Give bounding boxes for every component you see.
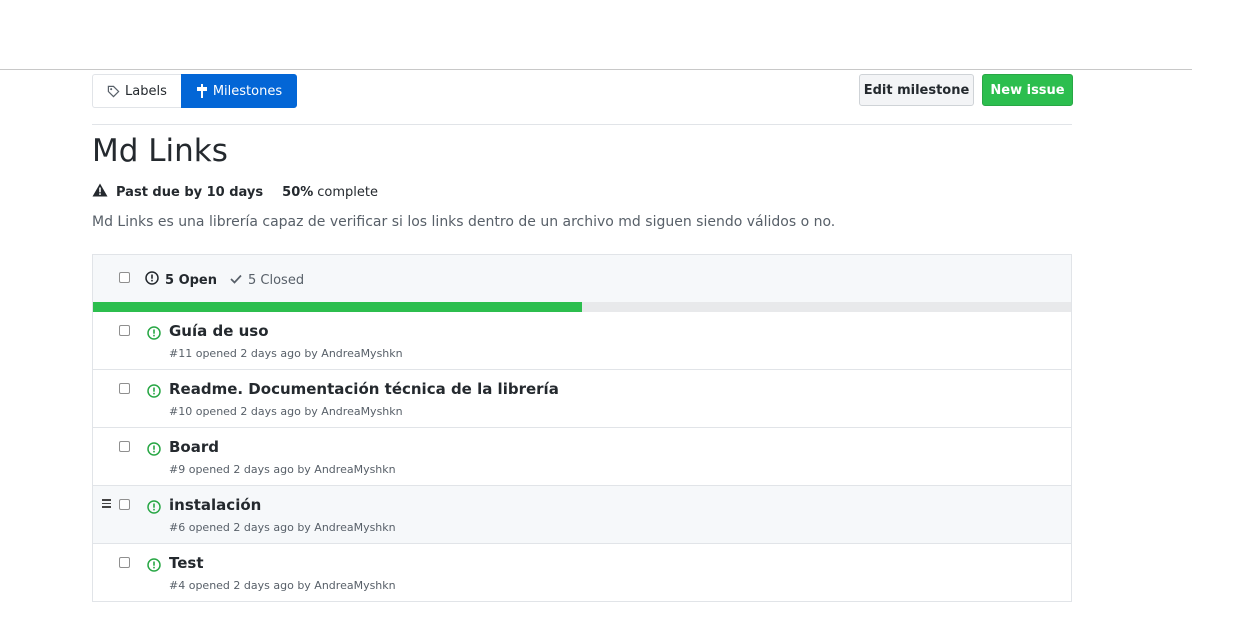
issue-title-link[interactable]: Board [169,438,219,456]
milestone-description: Md Links es una librería capaz de verifi… [92,214,836,230]
state-filters: 5 Open 5 Closed [145,271,304,289]
issue-checkbox[interactable] [119,557,130,568]
issue-row: instalación #6 opened 2 days ago by Andr… [93,485,1071,543]
progress-complete-label: complete [317,184,379,200]
issue-title-link[interactable]: Test [169,554,204,572]
issue-row: Guía de uso #11 opened 2 days ago by And… [93,312,1071,369]
issues-list-header: 5 Open 5 Closed [93,255,1071,302]
section-divider [92,124,1072,125]
labels-tab[interactable]: Labels [92,74,181,108]
issues-subnav: Labels Milestones [92,74,298,108]
open-issues-filter[interactable]: 5 Open [145,271,217,289]
issue-row: Board #9 opened 2 days ago by AndreaMysh… [93,427,1071,485]
new-issue-button[interactable]: New issue [982,74,1073,106]
issue-row: Test #4 opened 2 days ago by AndreaMyshk… [93,543,1071,601]
milestone-progress-fill [93,302,582,312]
issue-opened-icon [147,383,161,402]
issue-opened-icon [147,325,161,344]
issue-title-link[interactable]: Guía de uso [169,322,269,340]
alert-icon [92,183,108,201]
milestone-title: Md Links [92,133,228,169]
select-all-checkbox[interactable] [119,272,130,283]
drag-handle-icon[interactable] [102,499,111,510]
due-status: Past due by 10 days [92,183,263,201]
issue-checkbox[interactable] [119,441,130,452]
issue-opened-icon [145,271,159,289]
progress-percent-value: 50% [282,184,314,200]
issue-row: Readme. Documentación técnica de la libr… [93,369,1071,427]
progress-percent: 50% complete [282,185,378,200]
milestones-tab-label: Milestones [212,83,283,99]
labels-tab-label: Labels [125,83,167,99]
issue-meta: #10 opened 2 days ago by AndreaMyshkn [169,405,403,418]
issue-opened-icon [147,557,161,576]
issue-checkbox[interactable] [119,499,130,510]
issue-meta: #11 opened 2 days ago by AndreaMyshkn [169,347,403,360]
issue-title-link[interactable]: Readme. Documentación técnica de la libr… [169,380,559,398]
issue-title-link[interactable]: instalación [169,496,261,514]
issues-list: 5 Open 5 Closed Guía de uso #11 opened 2… [92,254,1072,602]
milestones-tab[interactable]: Milestones [180,74,298,108]
issue-checkbox[interactable] [119,325,130,336]
issue-meta: #4 opened 2 days ago by AndreaMyshkn [169,579,396,592]
milestone-icon [196,84,208,98]
header-separator [0,69,1192,70]
issue-meta: #6 opened 2 days ago by AndreaMyshkn [169,521,396,534]
issue-opened-icon [147,441,161,460]
milestone-meta: Past due by 10 days 50% complete [92,183,378,201]
edit-milestone-button[interactable]: Edit milestone [859,74,974,106]
issue-opened-icon [147,499,161,518]
issue-checkbox[interactable] [119,383,130,394]
milestone-progress-bar [93,302,1071,312]
due-status-text: Past due by 10 days [116,184,264,200]
issue-meta: #9 opened 2 days ago by AndreaMyshkn [169,463,396,476]
closed-issues-label: 5 Closed [248,272,305,288]
open-issues-label: 5 Open [165,272,217,288]
closed-issues-filter[interactable]: 5 Closed [230,273,304,288]
tag-icon [107,85,120,98]
check-icon [230,273,242,288]
